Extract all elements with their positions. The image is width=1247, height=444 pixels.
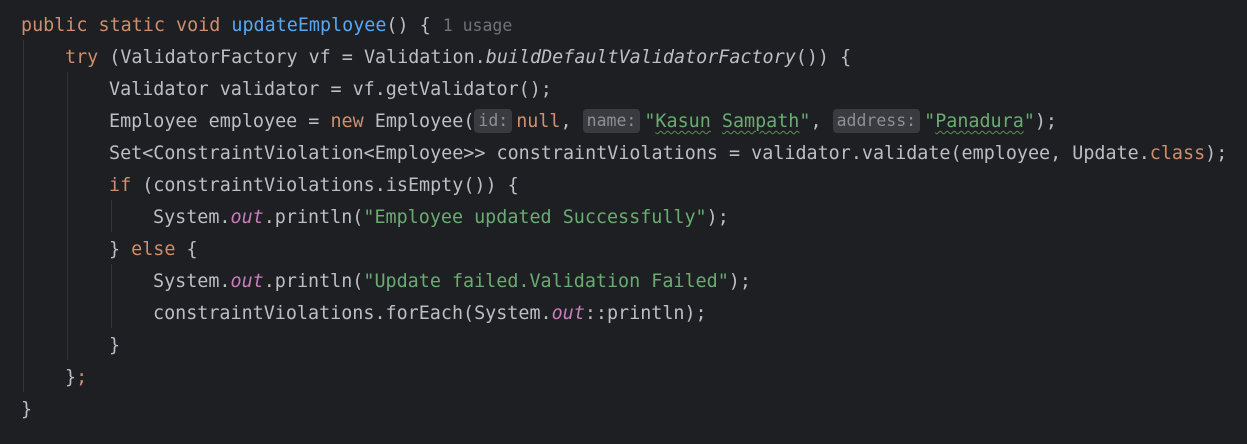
parameter-hint-address: address:	[832, 109, 921, 133]
code-line-12[interactable]: };	[0, 362, 1247, 394]
keyword-else: else	[131, 239, 176, 260]
spelling-warning: Sampath	[721, 111, 800, 132]
closing-brace: }	[65, 367, 77, 388]
code-editor[interactable]: public static void updateEmployee() { 1 u…	[0, 0, 1247, 444]
code-text: .println(	[263, 271, 364, 292]
code-line-8[interactable]: } else {	[0, 234, 1247, 266]
code-text: Employee employee =	[109, 111, 331, 132]
string-literal: "Kasun Sampath"	[644, 111, 810, 132]
static-field-out: out	[230, 271, 264, 292]
keyword-try: try	[65, 47, 99, 68]
code-text: Employee(	[363, 111, 475, 132]
keyword-class: class	[1149, 143, 1206, 164]
string-literal: "Employee updated Successfully"	[363, 207, 707, 228]
code-text: .println(	[263, 207, 364, 228]
code-text: );	[728, 271, 751, 292]
usage-count-hint[interactable]: 1 usage	[443, 16, 513, 35]
quote: "	[644, 111, 656, 132]
quote: "	[799, 111, 811, 132]
code-text: }	[109, 239, 132, 260]
code-line-9[interactable]: System.out.println("Update failed.Valida…	[0, 266, 1247, 298]
code-text: Set<ConstraintViolation<Employee>> const…	[109, 143, 1150, 164]
code-line-11[interactable]: }	[0, 330, 1247, 362]
closing-brace: }	[109, 335, 121, 356]
code-text: ,	[560, 111, 583, 132]
static-field-out: out	[551, 303, 585, 324]
quote: "	[924, 111, 936, 132]
code-text: System.	[153, 271, 231, 292]
code-text: (constraintViolations.isEmpty()) {	[131, 175, 519, 196]
code-line-4[interactable]: Employee employee = new Employee(id: null…	[0, 106, 1247, 138]
keyword-new: new	[330, 111, 364, 132]
code-line-13[interactable]: }	[0, 394, 1247, 426]
code-line-2[interactable]: try (ValidatorFactory vf = Validation.bu…	[0, 42, 1247, 74]
keyword-null: null	[516, 111, 561, 132]
code-line-10[interactable]: constraintViolations.forEach(System.out:…	[0, 298, 1247, 330]
code-text: (ValidatorFactory vf = Validation.	[98, 47, 486, 68]
keyword-void: void	[176, 15, 221, 36]
closing-brace: }	[21, 399, 33, 420]
code-text: ::println);	[584, 303, 707, 324]
spelling-warning: Panadura	[935, 111, 1024, 132]
code-text: System.	[153, 207, 231, 228]
string-literal: "Update failed.Validation Failed"	[363, 271, 729, 292]
code-text: constraintViolations.forEach(System.	[153, 303, 552, 324]
code-line-6[interactable]: if (constraintViolations.isEmpty()) {	[0, 170, 1247, 202]
semicolon: ;	[76, 367, 88, 388]
parameter-hint-name: name:	[582, 109, 641, 133]
code-line-1[interactable]: public static void updateEmployee() { 1 u…	[0, 10, 1247, 42]
code-text: );	[1034, 111, 1057, 132]
quote: "	[1023, 111, 1035, 132]
method-name[interactable]: updateEmployee	[231, 15, 386, 36]
keyword-static: static	[98, 15, 165, 36]
code-text: Validator validator = vf.getValidator();	[109, 79, 552, 100]
string-literal: "Panadura"	[924, 111, 1035, 132]
keyword-public: public	[21, 15, 88, 36]
code-text: );	[1205, 143, 1228, 164]
code-line-5[interactable]: Set<ConstraintViolation<Employee>> const…	[0, 138, 1247, 170]
static-field-out: out	[230, 207, 264, 228]
code-text: {	[175, 239, 198, 260]
code-text: ,	[810, 111, 833, 132]
code-text: ()) {	[795, 47, 852, 68]
spelling-warning: Kasun	[655, 111, 711, 132]
parameter-hint-id: id:	[474, 109, 513, 133]
code-line-3[interactable]: Validator validator = vf.getValidator();	[0, 74, 1247, 106]
keyword-if: if	[109, 175, 132, 196]
static-method-call: buildDefaultValidatorFactory	[485, 47, 796, 68]
code-line-7[interactable]: System.out.println("Employee updated Suc…	[0, 202, 1247, 234]
code-text: );	[706, 207, 729, 228]
method-signature-suffix: () {	[386, 15, 431, 36]
